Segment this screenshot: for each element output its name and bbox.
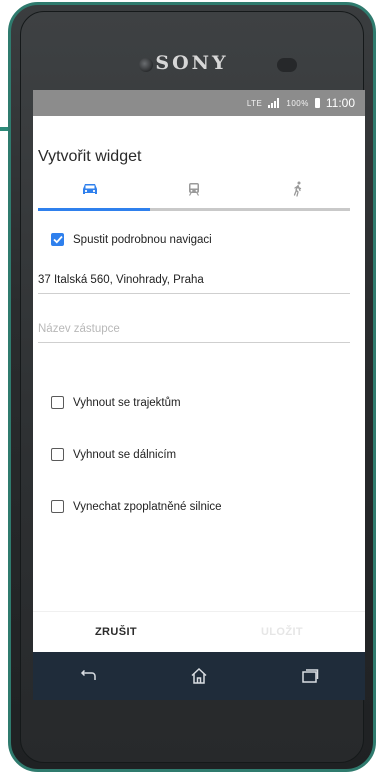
checkbox-checked-icon (51, 233, 64, 246)
transit-icon (188, 183, 200, 196)
checkbox-unchecked-icon (51, 448, 64, 461)
back-button[interactable] (68, 660, 108, 692)
tab-walk[interactable] (246, 170, 350, 208)
proximity-sensor (277, 58, 297, 72)
car-icon (83, 184, 97, 194)
home-button[interactable] (179, 660, 219, 692)
battery-percent: 100% (286, 98, 309, 108)
destination-value: 37 Italská 560, Vinohrady, Praha (38, 274, 350, 294)
dialog-title: Vytvořit widget (38, 148, 142, 165)
back-icon (81, 670, 97, 680)
avoid-tolls-checkbox[interactable]: Vynechat zpoplatněné silnice (51, 500, 222, 513)
tab-transit[interactable] (142, 170, 246, 208)
recents-button[interactable] (290, 660, 330, 692)
turn-by-turn-label: Spustit podrobnou navigaci (73, 233, 212, 246)
cancel-button[interactable]: ZRUŠIT (33, 612, 199, 652)
tab-selected-indicator (38, 208, 150, 211)
avoid-tolls-label: Vynechat zpoplatněné silnice (73, 500, 222, 513)
save-button[interactable]: ULOŽIT (199, 612, 365, 652)
battery-icon (314, 98, 320, 108)
status-time: 11:00 (325, 96, 355, 110)
shortcut-name-input[interactable] (38, 323, 350, 343)
walk-icon (293, 181, 302, 197)
signal-icon (268, 98, 280, 108)
recent-apps-icon (301, 669, 318, 683)
system-nav-bar (33, 652, 365, 700)
avoid-ferries-label: Vyhnout se trajektům (73, 396, 181, 409)
network-indicator: LTE (246, 98, 263, 108)
tab-car[interactable] (38, 170, 142, 208)
screen: LTE 100% 11:00 Vytvořit widget Spustit p… (33, 90, 365, 700)
travel-mode-tabs (38, 170, 350, 211)
status-bar: LTE 100% 11:00 (33, 90, 365, 116)
checkbox-unchecked-icon (51, 396, 64, 409)
checkbox-unchecked-icon (51, 500, 64, 513)
avoid-highways-label: Vyhnout se dálnicím (73, 448, 177, 461)
dialog-actions: ZRUŠIT ULOŽIT (33, 612, 365, 652)
brand-logo: SONY (155, 52, 229, 74)
avoid-ferries-checkbox[interactable]: Vyhnout se trajektům (51, 396, 181, 409)
turn-by-turn-checkbox[interactable]: Spustit podrobnou navigaci (51, 233, 212, 246)
avoid-highways-checkbox[interactable]: Vyhnout se dálnicím (51, 448, 176, 461)
home-icon (191, 667, 207, 684)
shortcut-name-field[interactable] (38, 323, 350, 343)
destination-field[interactable]: 37 Italská 560, Vinohrady, Praha (38, 274, 350, 294)
